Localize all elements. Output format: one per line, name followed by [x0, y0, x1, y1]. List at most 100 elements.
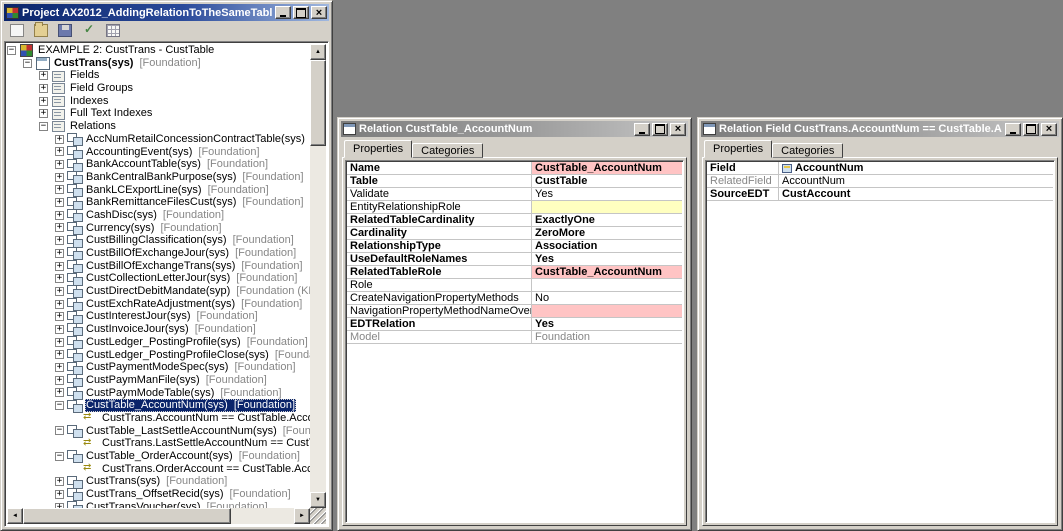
compile-button[interactable] [79, 22, 99, 39]
property-row[interactable]: ModelFoundation [347, 331, 682, 344]
tree-item[interactable]: +BankCentralBankPurpose(sys)[Foundation] [7, 171, 310, 184]
property-value[interactable]: CustTable [532, 175, 682, 188]
tree-expander-minus[interactable]: − [23, 59, 32, 68]
scroll-down-button[interactable]: ▼ [310, 492, 326, 508]
tree-expander-plus[interactable]: + [39, 84, 48, 93]
tree-expander-plus[interactable]: + [55, 147, 64, 156]
project-window-titlebar[interactable]: Project AX2012_AddingRelationToTheSameTa… [4, 4, 329, 21]
tree-expander-plus[interactable]: + [55, 198, 64, 207]
tree-expander-plus[interactable]: + [55, 185, 64, 194]
tree-expander-plus[interactable]: + [55, 223, 64, 232]
property-row[interactable]: RelatedTableRoleCustTable_AccountNum [347, 266, 682, 279]
property-value[interactable]: No [532, 292, 682, 305]
tree-item[interactable]: +BankAccountTable(sys)[Foundation] [7, 158, 310, 171]
property-row[interactable]: EDTRelationYes [347, 318, 682, 331]
tree-item[interactable]: +CustTransVoucher(sys)[Foundation] [7, 501, 310, 508]
property-value[interactable]: Yes [532, 253, 682, 266]
property-row[interactable]: NavigationPropertyMethodNameOverride [347, 305, 682, 318]
tab-categories[interactable]: Categories [772, 143, 843, 158]
tree-expander-minus[interactable]: − [39, 122, 48, 131]
scroll-right-button[interactable]: ► [294, 508, 310, 524]
property-row[interactable]: NameCustTable_AccountNum [347, 162, 682, 175]
tree-expander-plus[interactable]: + [55, 477, 64, 486]
property-row[interactable]: Role [347, 279, 682, 292]
property-row[interactable]: ValidateYes [347, 188, 682, 201]
tree-expander-plus[interactable]: + [55, 211, 64, 220]
property-value[interactable] [532, 305, 682, 318]
horizontal-scroll-thumb[interactable] [23, 508, 231, 524]
tree-item[interactable]: +AccountingEvent(sys)[Foundation] [7, 146, 310, 159]
property-row[interactable]: UseDefaultRoleNamesYes [347, 253, 682, 266]
close-button[interactable] [670, 123, 686, 136]
tree-item[interactable]: +CustInterestJour(sys)[Foundation] [7, 310, 310, 323]
tree-item[interactable]: +Fields [7, 69, 310, 82]
tree-item[interactable]: +Indexes [7, 95, 310, 108]
relation-field-window-titlebar[interactable]: Relation Field CustTrans.AccountNum == C… [701, 121, 1059, 137]
minimize-button[interactable] [634, 123, 650, 136]
tree-expander-plus[interactable]: + [55, 287, 64, 296]
tree-item[interactable]: +CustLedger_PostingProfileClose(sys)[Fou… [7, 349, 310, 362]
property-value[interactable]: Yes [532, 318, 682, 331]
open-button[interactable] [31, 22, 51, 39]
tree-expander-plus[interactable]: + [55, 490, 64, 499]
horizontal-scrollbar[interactable]: ◄ ► [7, 508, 310, 524]
tree-expander-minus[interactable]: − [55, 452, 64, 461]
properties-button[interactable] [103, 22, 123, 39]
property-row[interactable]: TableCustTable [347, 175, 682, 188]
property-value[interactable]: ZeroMore [532, 227, 682, 240]
property-value[interactable]: Yes [532, 188, 682, 201]
property-row[interactable]: CardinalityZeroMore [347, 227, 682, 240]
tree-expander-plus[interactable]: + [55, 262, 64, 271]
property-value[interactable]: Association [532, 240, 682, 253]
tree-expander-plus[interactable]: + [39, 97, 48, 106]
minimize-button[interactable] [1005, 123, 1021, 136]
tree-expander-plus[interactable]: + [55, 376, 64, 385]
vertical-scroll-thumb[interactable] [310, 60, 326, 146]
tree-item[interactable]: +CustPaymModeTable(sys)[Foundation] [7, 387, 310, 400]
tree-item[interactable]: −EXAMPLE 2: CustTrans - CustTable [7, 44, 310, 57]
tree-item[interactable]: +CustLedger_PostingProfile(sys)[Foundati… [7, 336, 310, 349]
property-value[interactable]: AccountNum [779, 162, 1053, 175]
tree-item[interactable]: +Currency(sys)[Foundation] [7, 222, 310, 235]
tree-item[interactable]: −CustTable_OrderAccount(sys)[Foundation] [7, 450, 310, 463]
tree-expander-plus[interactable]: + [55, 300, 64, 309]
tree-item[interactable]: +CustTrans_OffsetRecid(sys)[Foundation] [7, 488, 310, 501]
save-button[interactable] [55, 22, 75, 39]
tree-expander-plus[interactable]: + [55, 388, 64, 397]
vertical-scrollbar[interactable]: ▲ ▼ [310, 44, 326, 508]
close-button[interactable] [1041, 123, 1057, 136]
tree-item[interactable]: +BankRemittanceFilesCust(sys)[Foundation… [7, 196, 310, 209]
tree-expander-plus[interactable]: + [55, 350, 64, 359]
tree-item[interactable]: +CustBillOfExchangeJour(sys)[Foundation] [7, 247, 310, 260]
property-value[interactable]: ExactlyOne [532, 214, 682, 227]
tree-item[interactable]: +BankLCExportLine(sys)[Foundation] [7, 184, 310, 197]
property-value[interactable]: AccountNum [779, 175, 1053, 188]
property-value[interactable]: CustTable_AccountNum [532, 266, 682, 279]
tree-item[interactable]: +CustPaymentModeSpec(sys)[Foundation] [7, 361, 310, 374]
tree-expander-plus[interactable]: + [39, 109, 48, 118]
tree-expander-minus[interactable]: − [55, 426, 64, 435]
tree-item[interactable]: +CustBillingClassification(sys)[Foundati… [7, 234, 310, 247]
new-button[interactable] [7, 22, 27, 39]
tree-expander-minus[interactable]: − [55, 401, 64, 410]
tree-expander-minus[interactable]: − [7, 46, 16, 55]
tree-item[interactable]: −CustTable_AccountNum(sys)[Foundation] [7, 399, 310, 412]
property-value[interactable] [532, 201, 682, 214]
tree-expander-plus[interactable]: + [55, 135, 64, 144]
tree-expander-plus[interactable]: + [55, 363, 64, 372]
property-value[interactable]: Foundation [532, 331, 682, 344]
tree-expander-plus[interactable]: + [55, 312, 64, 321]
tree-item[interactable]: +Field Groups [7, 82, 310, 95]
tab-categories[interactable]: Categories [412, 143, 483, 158]
tree-item[interactable]: CustTrans.LastSettleAccountNum == CustTa… [7, 437, 310, 450]
tab-properties[interactable]: Properties [344, 140, 412, 158]
close-button[interactable] [311, 6, 327, 19]
property-value[interactable]: CustTable_AccountNum [532, 162, 682, 175]
property-row[interactable]: FieldAccountNum [707, 162, 1053, 175]
maximize-button[interactable] [652, 123, 668, 136]
tree-expander-plus[interactable]: + [55, 325, 64, 334]
tree-expander-plus[interactable]: + [55, 249, 64, 258]
tree-item[interactable]: −Relations [7, 120, 310, 133]
tree-item[interactable]: −CustTrans(sys)[Foundation] [7, 57, 310, 70]
tree-item[interactable]: +CustExchRateAdjustment(sys)[Foundation] [7, 298, 310, 311]
